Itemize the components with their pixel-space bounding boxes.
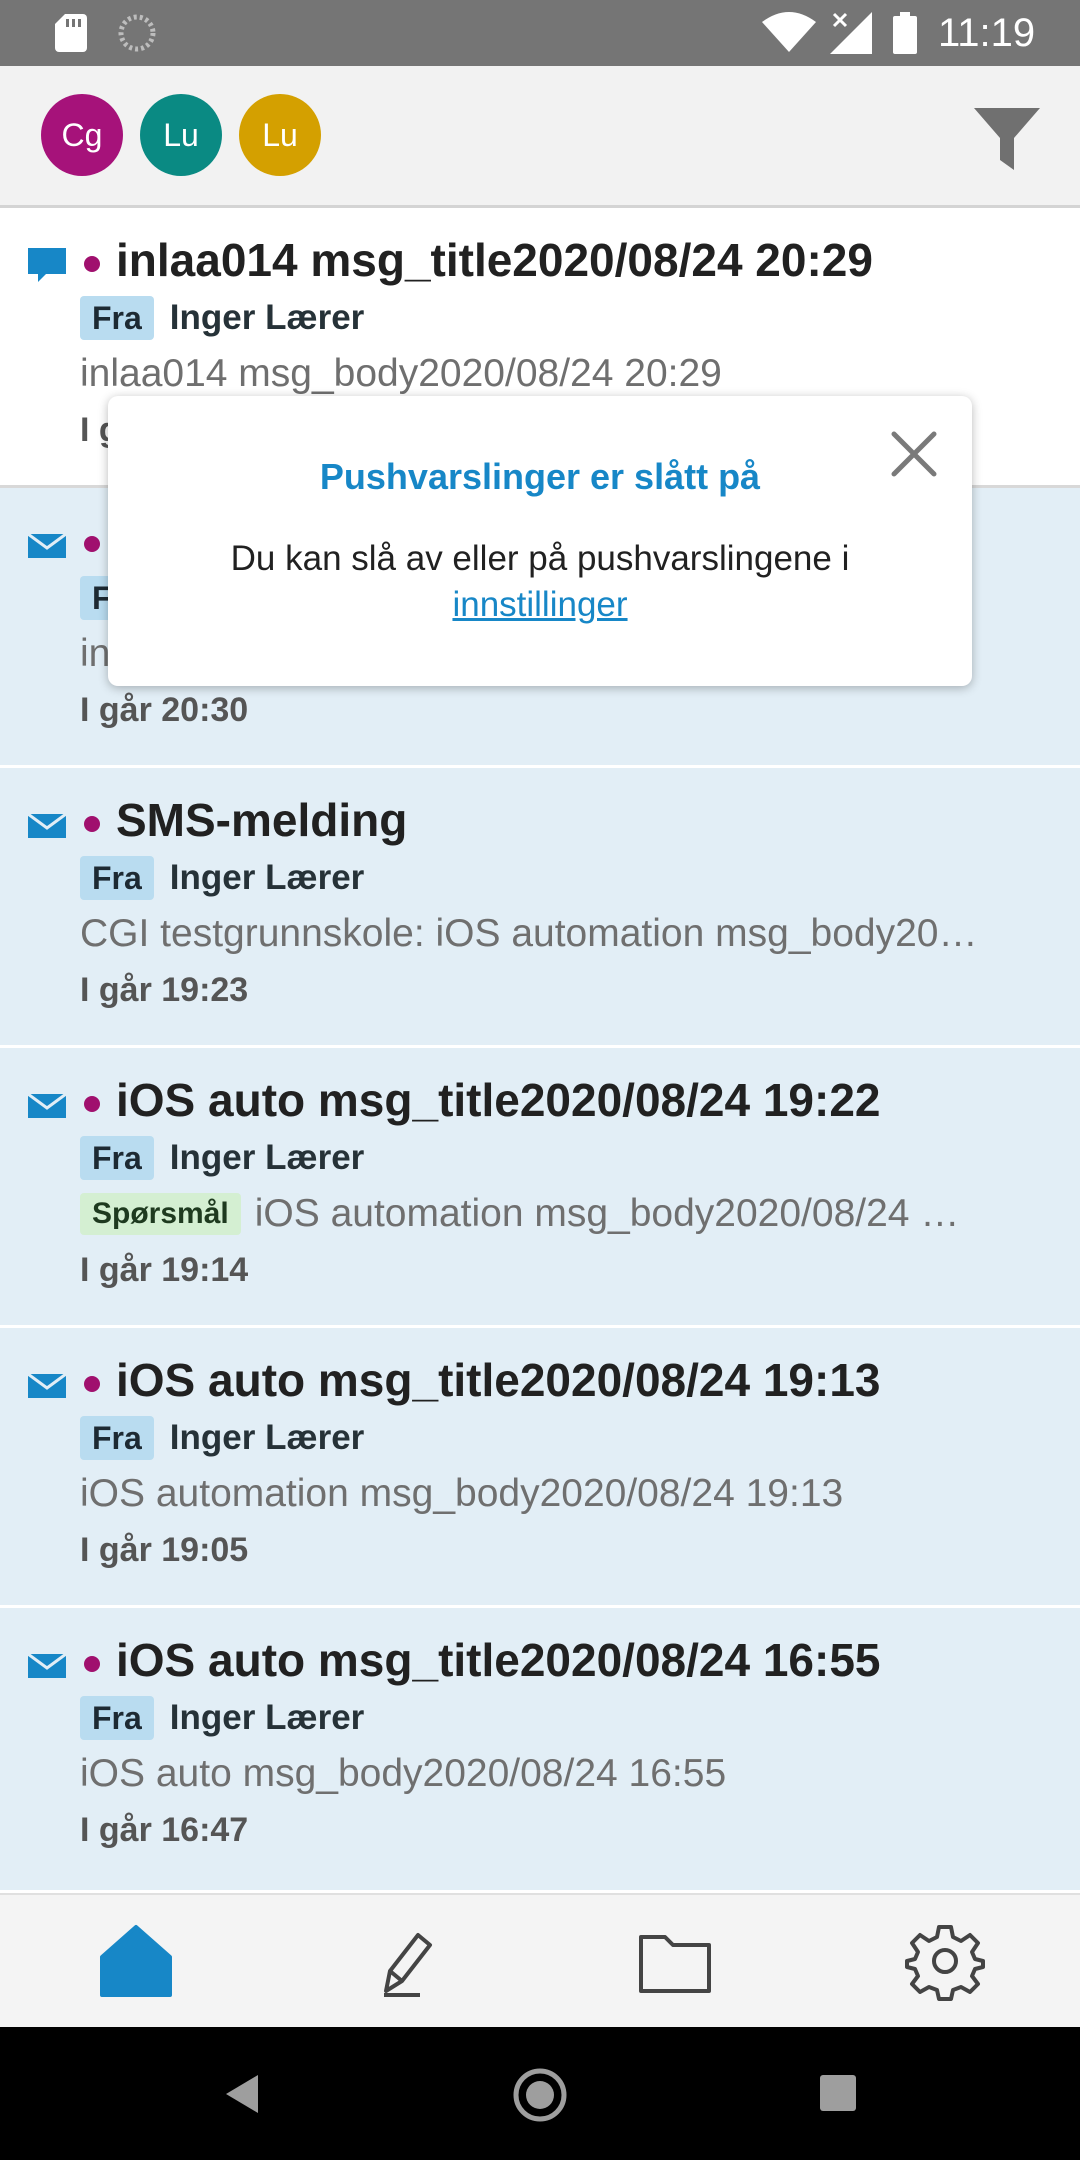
message-title: iOS auto msg_title2020/08/24 19:22 bbox=[116, 1074, 881, 1126]
settings-icon[interactable] bbox=[905, 1921, 985, 2001]
status-bar: 11:19 bbox=[0, 0, 1080, 66]
recents-icon[interactable] bbox=[820, 2075, 856, 2111]
sender-name: Inger Lærer bbox=[169, 858, 365, 897]
message-title: iOS auto msg_title2020/08/24 19:13 bbox=[116, 1354, 881, 1406]
avatar[interactable]: Lu bbox=[140, 94, 222, 176]
sender-name: Inger Lærer bbox=[169, 1698, 365, 1737]
from-tag: Fra bbox=[80, 856, 154, 900]
sender-row: Fra Inger Lærer bbox=[80, 1136, 364, 1180]
from-tag: Fra bbox=[80, 1416, 154, 1460]
message-date: I går 19:14 bbox=[80, 1251, 249, 1289]
compose-icon[interactable] bbox=[364, 1921, 444, 2001]
message-item[interactable]: iOS auto msg_title2020/08/24 19:22 Fra I… bbox=[0, 1048, 1080, 1328]
sender-name: Inger Lærer bbox=[169, 1418, 365, 1457]
envelope-icon bbox=[28, 1372, 66, 1398]
sender-row: Fra Inger Lærer bbox=[80, 296, 364, 340]
from-tag: Fra bbox=[80, 1696, 154, 1740]
question-tag: Spørsmål bbox=[80, 1193, 241, 1235]
filter-icon[interactable] bbox=[972, 104, 1042, 174]
bottom-navigation bbox=[0, 1893, 1080, 2027]
wifi-icon bbox=[762, 12, 816, 52]
envelope-icon bbox=[28, 532, 66, 558]
message-preview: Spørsmål iOS automation msg_body2020/08/… bbox=[80, 1190, 1070, 1238]
unread-dot bbox=[84, 1656, 100, 1672]
sd-card-icon bbox=[55, 14, 87, 52]
envelope-icon bbox=[28, 1092, 66, 1118]
push-notification-popup: Pushvarslinger er slått på Du kan slå av… bbox=[108, 396, 972, 686]
folder-icon[interactable] bbox=[635, 1921, 715, 2001]
message-preview: inlaa014 msg_body2020/08/24 20:29 bbox=[80, 352, 722, 395]
message-date: I går 16:47 bbox=[80, 1811, 249, 1849]
envelope-icon bbox=[28, 812, 66, 838]
message-preview: iOS automation msg_body2020/08/24 19:13 bbox=[80, 1472, 844, 1515]
back-icon[interactable] bbox=[222, 2071, 262, 2117]
sender-name: Inger Lærer bbox=[169, 298, 365, 337]
envelope-icon bbox=[28, 1652, 66, 1678]
avatar[interactable]: Lu bbox=[239, 94, 321, 176]
unread-dot bbox=[84, 1376, 100, 1392]
signal-icon bbox=[830, 12, 872, 54]
message-preview: iOS auto msg_body2020/08/24 16:55 bbox=[80, 1752, 727, 1795]
sender-row: Fra Inger Lærer bbox=[80, 1416, 364, 1460]
unread-dot bbox=[84, 256, 100, 272]
settings-link[interactable]: innstillinger bbox=[452, 585, 627, 624]
battery-icon bbox=[893, 12, 917, 54]
chat-bubble-icon bbox=[28, 248, 66, 282]
message-item[interactable]: SMS-melding Fra Inger Lærer CGI testgrun… bbox=[0, 768, 1080, 1048]
message-date: I går 19:05 bbox=[80, 1531, 249, 1569]
unread-dot bbox=[84, 536, 100, 552]
clock: 11:19 bbox=[938, 11, 1036, 55]
sender-name: Inger Lærer bbox=[169, 1138, 365, 1177]
message-date: I går 20:30 bbox=[80, 691, 249, 729]
unread-dot bbox=[84, 1096, 100, 1112]
system-navigation-bar bbox=[0, 2027, 1080, 2160]
home-circle-icon[interactable] bbox=[512, 2067, 568, 2123]
message-title: SMS-melding bbox=[116, 794, 408, 846]
message-title: inlaa014 msg_title2020/08/24 20:29 bbox=[116, 234, 873, 286]
home-icon[interactable] bbox=[96, 1921, 176, 2001]
message-preview: CGI testgrunnskole: iOS automation msg_b… bbox=[80, 912, 978, 955]
sender-row: Fra Inger Lærer bbox=[80, 1696, 364, 1740]
message-title: iOS auto msg_title2020/08/24 16:55 bbox=[116, 1634, 881, 1686]
popup-text: Du kan slå av eller på pushvarslingene i… bbox=[148, 536, 932, 628]
avatar[interactable]: Cg bbox=[41, 94, 123, 176]
unread-dot bbox=[84, 816, 100, 832]
sender-row: Fra Inger Lærer bbox=[80, 856, 364, 900]
sync-icon bbox=[118, 14, 156, 52]
message-date: I går 19:23 bbox=[80, 971, 249, 1009]
from-tag: Fra bbox=[80, 296, 154, 340]
popup-title: Pushvarslinger er slått på bbox=[319, 456, 761, 497]
from-tag: Fra bbox=[80, 1136, 154, 1180]
message-item[interactable]: iOS auto msg_title2020/08/24 16:55 Fra I… bbox=[0, 1608, 1080, 1893]
message-item[interactable]: iOS auto msg_title2020/08/24 19:13 Fra I… bbox=[0, 1328, 1080, 1608]
app-header: Cg Lu Lu bbox=[0, 66, 1080, 208]
popup-message: Du kan slå av eller på pushvarslingene i bbox=[230, 539, 850, 578]
